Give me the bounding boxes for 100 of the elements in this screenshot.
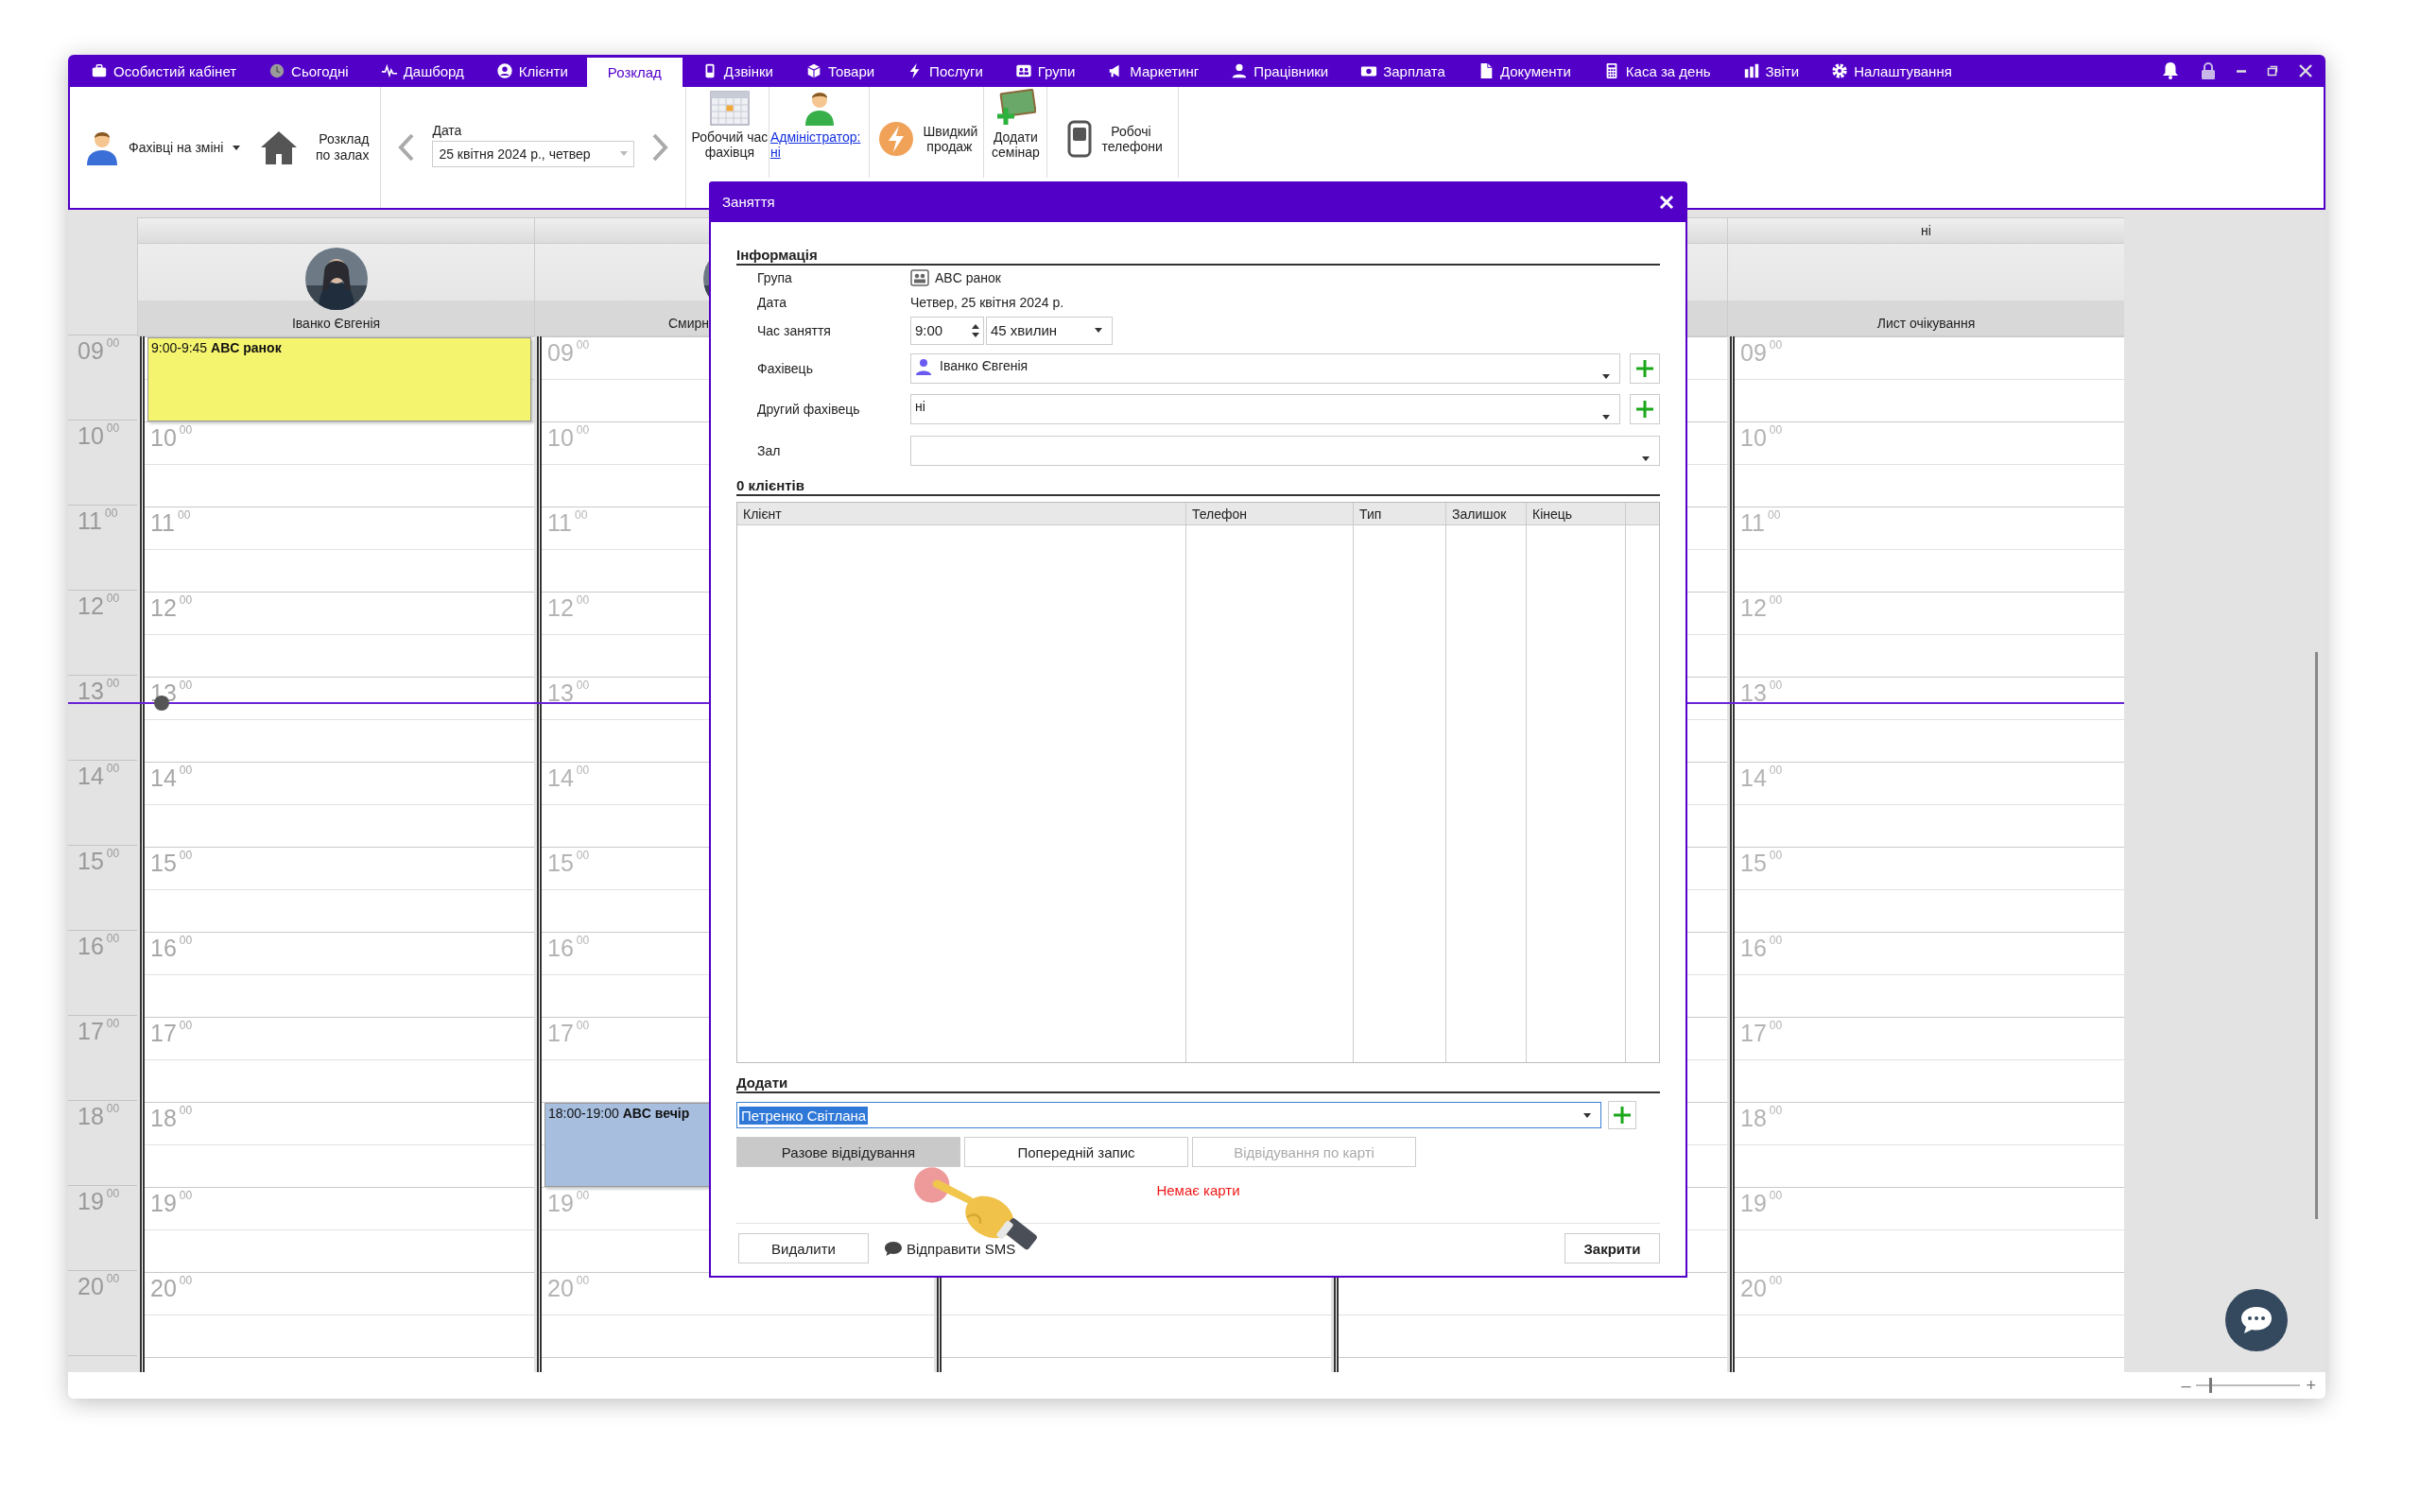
event-card[interactable]: 9:00-9:45 ABC ранок <box>147 337 531 421</box>
dialog-title: Заняття <box>722 194 775 210</box>
visit-type-button[interactable]: Разове відвідування <box>736 1137 960 1167</box>
field-label: Зал <box>757 443 782 458</box>
toolbar-button[interactable]: Додати семінар <box>984 87 1048 178</box>
hour-label: 18$^{00}$ <box>1740 1105 1783 1132</box>
menu-tab[interactable]: Дзвінки <box>687 55 786 87</box>
hour-label: 11$^{00}$ <box>547 509 588 537</box>
column-caption: ні <box>1921 223 1931 238</box>
hour-label: 16$^{00}$ <box>78 933 120 960</box>
restore-icon <box>2267 65 2278 77</box>
staff-name: Смирн <box>667 316 709 331</box>
spin-arrows-icon <box>972 323 979 337</box>
hour-label: 12$^{00}$ <box>547 594 590 622</box>
zoom-in-button[interactable]: + <box>2306 1375 2316 1396</box>
mobile-phone-icon <box>1065 120 1095 158</box>
hour-label: 11$^{00}$ <box>78 507 118 535</box>
menu-tab[interactable]: Клієнти <box>482 55 581 87</box>
staff-dropdown[interactable]: Фахівці на зміні <box>70 87 249 208</box>
hour-label: 17$^{00}$ <box>78 1018 120 1045</box>
close-button[interactable]: Закрити <box>1564 1233 1660 1263</box>
lightning-icon <box>877 120 916 158</box>
bar-chart-icon <box>1742 62 1760 79</box>
menu-tab[interactable]: Розклад <box>586 58 683 87</box>
add-button[interactable] <box>1608 1101 1636 1129</box>
column-header[interactable]: Кінець <box>1527 503 1625 525</box>
add-button[interactable] <box>1630 394 1660 424</box>
menu-tab[interactable]: Групи <box>1001 55 1089 87</box>
hour-label: 15$^{00}$ <box>78 848 120 875</box>
person-icon <box>915 358 932 375</box>
hour-label: 20$^{00}$ <box>1740 1275 1783 1302</box>
column-header[interactable]: Телефон <box>1186 503 1353 525</box>
toolbar-button[interactable]: Швидкий продаж <box>870 87 985 178</box>
send-sms-button[interactable]: Відправити SMS <box>884 1240 1016 1257</box>
zoom-out-button[interactable]: – <box>2181 1375 2191 1396</box>
hour-label: 14$^{00}$ <box>150 765 193 792</box>
toolbar-button[interactable]: Робочі телефони <box>1047 87 1180 178</box>
date-label: Дата <box>432 122 463 138</box>
hour-label: 15$^{00}$ <box>150 850 193 877</box>
menu-tab[interactable]: Зарплата <box>1347 55 1459 87</box>
hour-label: 11$^{00}$ <box>1740 509 1781 537</box>
gear-icon <box>1831 62 1849 79</box>
menu-tab[interactable]: Сьогодні <box>255 55 362 87</box>
menu-tab[interactable]: Маркетинг <box>1094 55 1213 87</box>
hour-label: 16$^{00}$ <box>547 935 590 962</box>
caret-icon <box>1583 1112 1591 1118</box>
close-icon <box>2299 64 2312 77</box>
chalkboard-icon <box>994 89 1037 127</box>
column-header[interactable]: Тип <box>1354 503 1445 525</box>
rooms-schedule-button[interactable]: Розклад по залах <box>248 87 381 208</box>
toolbar-button[interactable]: Робочий час фахівця <box>690 87 770 178</box>
speech-bubble-icon <box>2239 1305 2273 1335</box>
staff-dropdown[interactable]: ні <box>910 394 1620 424</box>
delete-button[interactable]: Видалити <box>738 1233 869 1263</box>
column-header[interactable]: Клієнт <box>737 503 1185 525</box>
slider-thumb[interactable] <box>2208 1378 2212 1393</box>
date-dropdown[interactable]: 25 квітня 2024 р., четвер <box>432 140 635 167</box>
menu-tab[interactable]: Особистий кабінет <box>78 55 251 87</box>
hour-label: 12$^{00}$ <box>150 594 193 622</box>
menu-tab[interactable]: Дашборд <box>367 55 477 87</box>
scrollbar[interactable] <box>2315 652 2318 1219</box>
client-combobox[interactable]: Петренко Світлана <box>736 1102 1601 1128</box>
field-label: Група <box>757 270 793 285</box>
time-spinner[interactable]: 9:00 <box>910 316 984 345</box>
caret-icon <box>233 145 241 150</box>
add-button[interactable] <box>1630 353 1660 384</box>
plus-icon <box>1635 400 1654 419</box>
hour-label: 12$^{00}$ <box>78 593 120 620</box>
warning-text: Немає карти <box>1156 1182 1240 1198</box>
menu-tab[interactable]: Каса за день <box>1589 55 1724 87</box>
column-header[interactable]: Залишок <box>1446 503 1526 525</box>
link[interactable]: Адміністратор: ні <box>769 129 869 160</box>
hour-label: 10$^{00}$ <box>78 422 120 450</box>
box-icon <box>804 62 822 79</box>
staff-dropdown[interactable]: Іванко Євгенія <box>910 353 1620 384</box>
caret-icon <box>620 151 629 156</box>
menu-tab[interactable]: Налаштування <box>1818 55 1965 87</box>
hour-label: 19$^{00}$ <box>78 1188 120 1215</box>
menu-tab[interactable]: Послуги <box>893 55 996 87</box>
menu-tab[interactable]: Звіти <box>1729 55 1813 87</box>
visit-type-button[interactable]: Попередній запис <box>964 1137 1188 1167</box>
section-heading: Додати <box>736 1074 788 1091</box>
hour-label: 15$^{00}$ <box>1740 850 1783 877</box>
hour-label: 18$^{00}$ <box>78 1103 120 1130</box>
chevron-right-icon <box>651 133 669 162</box>
person-icon <box>1231 62 1249 79</box>
duration-dropdown[interactable]: 45 хвилин <box>986 316 1113 345</box>
hour-label: 09$^{00}$ <box>78 337 120 365</box>
speech-bubble-icon <box>884 1240 903 1257</box>
menu-tab[interactable]: Товари <box>791 55 889 87</box>
staff-name: Лист очікування <box>1876 316 1976 331</box>
field-label: Час заняття <box>757 322 832 338</box>
menu-tab[interactable]: Працівники <box>1218 55 1342 87</box>
hour-label: 10$^{00}$ <box>150 424 193 452</box>
chevron-left-icon <box>398 133 416 162</box>
caret-icon <box>1602 415 1610 420</box>
menu-tab[interactable]: Документи <box>1463 55 1584 87</box>
plus-icon <box>1613 1106 1632 1125</box>
hall-dropdown[interactable] <box>910 436 1660 466</box>
clock-icon <box>268 62 286 79</box>
